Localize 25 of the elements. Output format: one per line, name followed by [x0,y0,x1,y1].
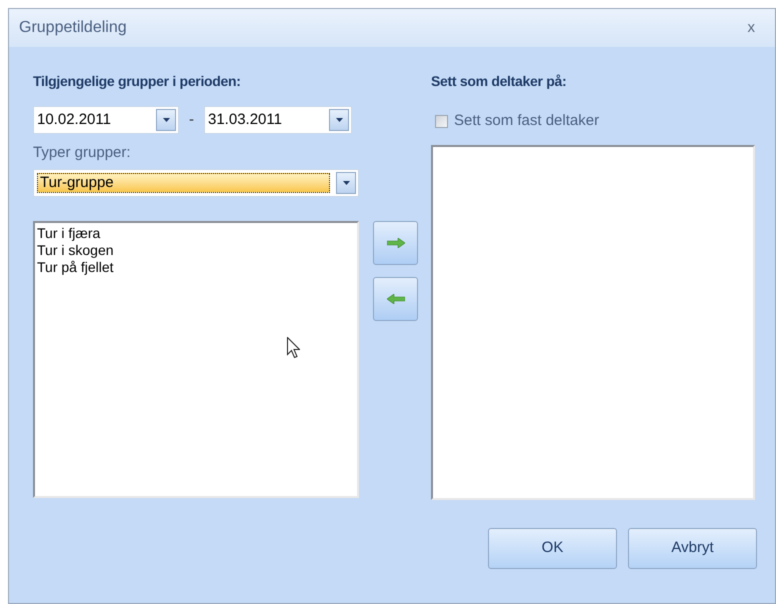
caret-icon [342,180,350,184]
checkbox-label[interactable]: Sett som fast deltaker [454,110,600,132]
section-heading: Tilgjengelige grupper i perioden: [33,72,242,91]
group-type-dropdown[interactable]: Tur-gruppe [33,168,359,196]
list-item[interactable]: Tur i skogen [37,242,355,258]
dropdown-button[interactable] [336,172,356,194]
window-title: Gruppetildeling [19,18,127,38]
ok-button[interactable]: OK [488,528,617,569]
date-separator: - [189,110,194,130]
caret-icon [336,118,342,122]
right-arrow-icon [386,238,404,248]
caret-icon [162,118,170,122]
field-label: Typer grupper: [33,143,132,163]
date-field[interactable]: 31.03.2011 [204,106,352,134]
close-button[interactable]: x [742,16,761,40]
list-item[interactable]: Tur i fjæra [37,224,355,242]
mouse-pointer-icon [287,337,300,358]
date-field[interactable]: 10.02.2011 [33,106,179,134]
list-item[interactable]: Tur på fjellet [37,258,355,276]
left-arrow-icon [386,294,404,304]
dropdown-button[interactable] [329,109,349,131]
section-heading: Sett som deltaker på: [431,72,568,91]
checkbox[interactable] [435,114,448,128]
cancel-button[interactable]: Avbryt [628,528,757,569]
dropdown-button[interactable] [156,109,176,131]
